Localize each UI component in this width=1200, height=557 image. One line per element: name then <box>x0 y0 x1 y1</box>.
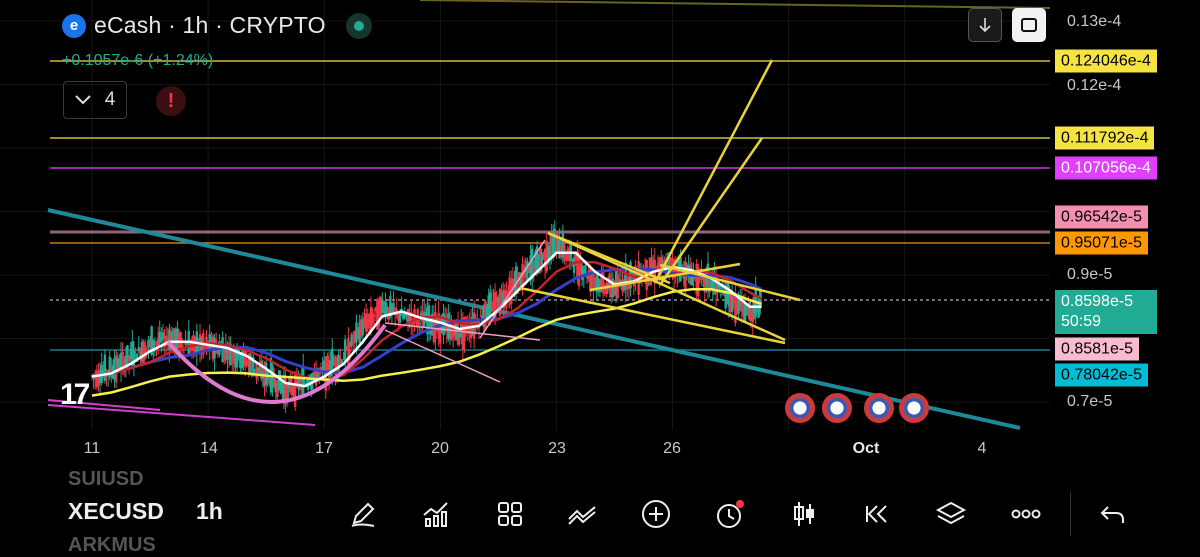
add-button[interactable] <box>638 496 674 532</box>
candle <box>479 315 482 317</box>
toolbar-divider <box>1070 492 1071 536</box>
candle <box>592 272 595 291</box>
price-level-label[interactable]: 0.111792e-4 <box>1055 126 1155 150</box>
candle <box>126 345 129 366</box>
channel-line <box>479 239 546 339</box>
time-tick: 23 <box>548 440 566 457</box>
fullscreen-icon <box>1021 18 1037 32</box>
candle <box>372 314 376 317</box>
candle <box>132 349 136 368</box>
price-level-label[interactable]: 0.8581e-5 <box>1055 337 1140 361</box>
scroll-to-latest-button[interactable] <box>968 8 1002 42</box>
fullscreen-button[interactable] <box>1012 8 1046 42</box>
compare-button[interactable] <box>565 496 601 532</box>
candle <box>348 349 352 353</box>
trend-line <box>419 0 1050 9</box>
time-tick: 14 <box>200 440 218 457</box>
alarm-icon <box>717 500 744 528</box>
price-level-label[interactable]: 0.107056e-4 <box>1055 156 1157 180</box>
compare-icon <box>568 506 596 525</box>
candle <box>134 350 137 352</box>
candle <box>302 366 305 396</box>
current-price-label[interactable]: 0.8598e-5 50:59 <box>1055 290 1157 334</box>
rewind-icon <box>866 505 887 523</box>
chart-indicators-icon <box>423 502 448 527</box>
candle <box>144 344 147 360</box>
time-tick: 4 <box>977 440 987 457</box>
replay-button[interactable] <box>859 496 895 532</box>
price-level-label[interactable]: 0.124046e-4 <box>1055 49 1157 73</box>
candle <box>381 299 384 313</box>
layers-icon <box>935 501 967 525</box>
pencil-icon <box>351 502 375 527</box>
us-flag-event-icon[interactable] <box>864 393 894 423</box>
candle <box>355 322 358 343</box>
candle <box>418 323 421 325</box>
time-tick: 17 <box>315 440 333 457</box>
bottom-toolbar: SUIUSD XECUSD 1h ARKMUS <box>0 468 1200 556</box>
candle <box>343 339 347 362</box>
add-icon <box>642 500 670 528</box>
symbol-selector[interactable]: XECUSD <box>68 498 164 525</box>
tradingview-logo: 17 <box>60 378 90 411</box>
candle <box>350 334 353 347</box>
price-tick: 0.12e-4 <box>1067 77 1122 94</box>
ecash-logo: e <box>62 13 86 38</box>
interval-selector[interactable]: 1h <box>196 498 223 525</box>
candle <box>584 265 587 274</box>
time-tick: Oct <box>852 440 880 457</box>
chart-header: e eCash · 1h · CRYPTO <box>62 12 372 39</box>
market-status-icon[interactable] <box>345 12 372 39</box>
chart-type-button[interactable] <box>786 496 822 532</box>
candle <box>719 294 723 296</box>
us-flag-event-icon[interactable] <box>899 393 929 423</box>
price-level-label[interactable]: 0.95071e-5 <box>1055 231 1148 255</box>
us-flag-event-icon[interactable] <box>785 393 815 423</box>
price-tick: 0.7e-5 <box>1067 393 1113 410</box>
symbol-title[interactable]: eCash · 1h · CRYPTO <box>94 12 326 39</box>
indicators-toggle-button[interactable]: 4 <box>63 81 127 119</box>
candle <box>181 343 184 348</box>
arrow-down-icon <box>979 18 991 33</box>
price-change: +0.1057e-6 (+1.24%) <box>62 52 214 69</box>
candle <box>526 261 529 280</box>
drawing-tools-button[interactable] <box>345 496 381 532</box>
time-tick: 26 <box>663 440 681 457</box>
trend-line <box>47 404 316 426</box>
indicator-count: 4 <box>104 89 116 110</box>
candle <box>103 354 107 381</box>
candle <box>137 346 140 352</box>
object-tree-button[interactable] <box>933 496 969 532</box>
candle <box>161 332 165 340</box>
warning-icon[interactable]: ! <box>156 86 186 116</box>
candle <box>145 347 149 349</box>
undo-icon <box>1100 506 1124 523</box>
price-tick: 0.9e-5 <box>1067 266 1113 283</box>
channel-line <box>384 329 501 383</box>
price-tick: 0.13e-4 <box>1067 13 1122 30</box>
more-icon <box>1011 509 1041 519</box>
candle <box>371 313 374 325</box>
price-level-label[interactable]: 0.78042e-5 <box>1055 363 1148 387</box>
time-axis[interactable]: 11 14 17 20 23 26 Oct 4 <box>0 430 1050 462</box>
current-price: 0.8598e-5 <box>1061 293 1134 310</box>
candle <box>339 358 342 361</box>
undo-button[interactable] <box>1095 496 1131 532</box>
more-button[interactable] <box>1008 496 1044 532</box>
alerts-button[interactable] <box>712 496 748 532</box>
us-flag-event-icon[interactable] <box>822 393 852 423</box>
bar-countdown: 50:59 <box>1061 313 1102 330</box>
layouts-button[interactable] <box>492 496 528 532</box>
chevron-down-icon <box>74 95 91 105</box>
grid-icon <box>498 502 522 526</box>
time-tick: 11 <box>83 440 101 457</box>
indicators-button[interactable] <box>418 496 454 532</box>
time-tick: 20 <box>431 440 449 457</box>
price-level-label[interactable]: 0.96542e-5 <box>1055 205 1148 229</box>
candles-icon <box>794 502 814 526</box>
watchlist-symbol-prev[interactable]: SUIUSD <box>68 468 144 491</box>
